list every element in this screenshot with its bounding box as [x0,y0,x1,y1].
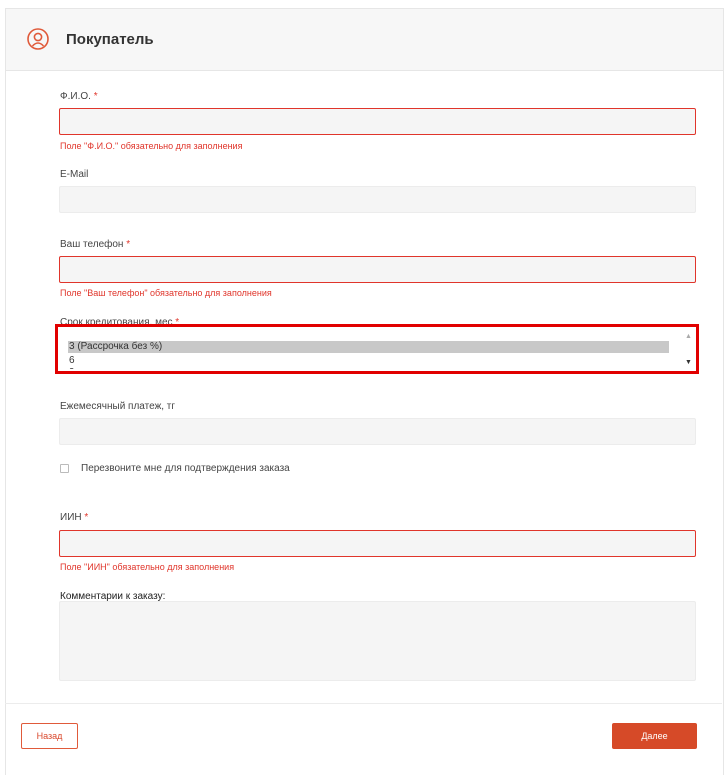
iin-label: ИИН * [60,512,88,523]
phone-error-message: Поле "Ваш телефон" обязательно для запол… [60,288,272,298]
phone-label: Ваш телефон * [60,239,130,250]
iin-input[interactable] [59,530,696,557]
footer-divider [5,703,722,704]
iin-required-mark: * [84,512,89,523]
back-button[interactable]: Назад [21,723,78,749]
next-button[interactable]: Далее [612,723,697,749]
user-circle-icon [27,28,49,50]
fio-label-text: Ф.И.О. [60,91,91,102]
email-input[interactable] [59,186,696,213]
fio-input[interactable] [59,108,696,135]
monthly-payment-label: Ежемесячный платеж, тг [60,401,176,412]
phone-required-mark: * [126,239,131,250]
fio-label: Ф.И.О. * [60,91,98,102]
callback-label: Перезвоните мне для подтверждения заказа [81,463,290,474]
phone-label-text: Ваш телефон [60,239,124,250]
comments-textarea[interactable] [59,601,696,681]
fio-error-message: Поле "Ф.И.О." обязательно для заполнения [60,141,243,151]
iin-error-message: Поле "ИИН" обязательно для заполнения [60,562,235,572]
email-label: E-Mail [60,169,89,180]
highlight-box [55,324,699,374]
callback-checkbox[interactable] [60,464,69,473]
fio-required-mark: * [93,91,98,102]
card-header: Покупатель [6,9,723,71]
phone-input[interactable] [59,256,696,283]
page-title: Покупатель [66,31,154,48]
iin-label-text: ИИН [60,512,82,523]
monthly-payment-input[interactable] [59,418,696,445]
